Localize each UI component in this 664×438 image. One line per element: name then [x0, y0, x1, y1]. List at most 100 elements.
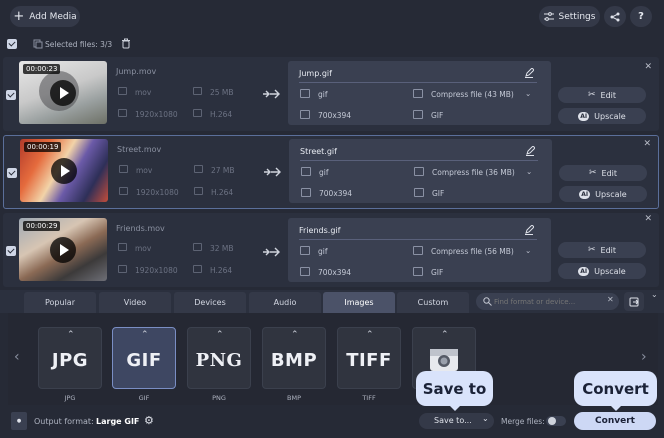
chevron-up-icon[interactable]: ⌃ — [141, 330, 149, 340]
tab-audio[interactable]: Audio — [249, 292, 321, 313]
edit-button[interactable]: ✂ Edit — [558, 87, 646, 103]
file-checkbox[interactable] — [6, 246, 16, 256]
select-all-checkbox[interactable] — [7, 39, 17, 49]
share-button[interactable] — [604, 6, 626, 27]
convert-button[interactable]: Convert — [574, 412, 656, 430]
output-format-label: Output format: — [34, 417, 94, 426]
compress-dropdown[interactable]: Compress file (36 MB) — [432, 168, 515, 177]
output-codec: GIF — [432, 189, 445, 198]
upscale-label: Upscale — [594, 266, 626, 276]
chevron-down-icon[interactable]: ⌄ — [526, 167, 532, 176]
export-settings-button[interactable] — [624, 292, 644, 311]
upscale-button[interactable]: AI Upscale — [559, 186, 647, 202]
output-format-value: Large GIF — [96, 417, 140, 426]
chevron-up-icon[interactable]: ⌃ — [366, 330, 374, 340]
chevron-up-icon[interactable]: ⌃ — [216, 330, 224, 340]
close-icon[interactable]: ✕ — [644, 62, 652, 72]
edit-button[interactable]: ✂ Edit — [559, 165, 647, 181]
play-icon[interactable] — [50, 80, 76, 106]
chevron-down-icon[interactable]: ⌄ — [482, 414, 489, 423]
chevron-left-icon[interactable]: ‹ — [14, 349, 20, 365]
help-button[interactable]: ? — [630, 6, 652, 27]
play-icon[interactable] — [50, 237, 76, 263]
tab-devices[interactable]: Devices — [174, 292, 246, 313]
format-logo: PNG — [195, 350, 243, 371]
export-icon — [629, 297, 639, 306]
ai-icon: AI — [578, 266, 590, 276]
file-row-3: 00:00:29 Friends.mov mov 32 MB 1920x1080… — [3, 213, 659, 287]
chevron-down-icon[interactable]: ⌄ — [525, 246, 531, 255]
pencil-icon[interactable] — [525, 146, 535, 156]
format-tile-png[interactable]: ⌃ PNG — [187, 327, 251, 389]
file-checkbox[interactable] — [7, 168, 17, 178]
add-media-button[interactable]: + Add Media — [10, 6, 80, 27]
format-icon — [301, 167, 311, 176]
resolution-icon — [119, 187, 128, 195]
codec-icon — [413, 267, 423, 276]
tab-popular[interactable]: Popular — [24, 292, 96, 313]
upscale-label: Upscale — [594, 111, 626, 121]
format-logo: BMP — [270, 350, 318, 371]
question-icon: ? — [638, 11, 644, 22]
pencil-icon[interactable] — [524, 225, 534, 235]
source-ext: mov — [136, 166, 153, 175]
upscale-button[interactable]: AI Upscale — [558, 108, 646, 124]
tab-video[interactable]: Video — [99, 292, 171, 313]
output-filename[interactable]: Jump.gif — [299, 69, 332, 78]
files-icon — [33, 39, 43, 49]
save-to-tooltip-text: Save to — [422, 379, 487, 398]
source-resolution: 1920x1080 — [135, 266, 178, 275]
format-tile-gif[interactable]: ⌃ GIF — [112, 327, 176, 389]
chevron-up-icon[interactable]: ⌃ — [67, 330, 75, 340]
upscale-label: Upscale — [595, 189, 627, 199]
size-icon — [193, 87, 202, 95]
format-logo: GIF — [126, 350, 162, 371]
video-thumbnail[interactable]: 00:00:23 — [19, 61, 107, 124]
chevron-up-icon[interactable]: ⌃ — [291, 330, 299, 340]
format-tile-tiff[interactable]: ⌃ TIFF — [337, 327, 401, 389]
duration-badge: 00:00:23 — [23, 64, 61, 74]
gear-icon[interactable]: ⚙ — [144, 414, 154, 427]
format-tile-bmp[interactable]: ⌃ BMP — [262, 327, 326, 389]
chevron-right-icon[interactable]: › — [641, 349, 647, 365]
format-tile-jpg[interactable]: ⌃ JPG — [38, 327, 102, 389]
chevron-down-icon[interactable]: ⌄ — [525, 89, 531, 98]
clear-search-icon[interactable]: ✕ — [607, 295, 614, 304]
compress-dropdown[interactable]: Compress file (56 MB) — [431, 247, 514, 256]
collapse-icon[interactable]: ⌄ — [651, 290, 658, 299]
file-checkbox[interactable] — [6, 90, 16, 100]
search-input[interactable] — [494, 295, 604, 308]
save-to-label: Save to... — [434, 416, 472, 425]
scissors-icon: ✂ — [587, 90, 596, 100]
merge-files-toggle[interactable] — [546, 416, 566, 426]
settings-button[interactable]: Settings — [539, 6, 600, 27]
tab-custom[interactable]: Custom — [397, 292, 469, 313]
output-filename[interactable]: Friends.gif — [299, 226, 340, 235]
source-resolution: 1920x1080 — [136, 188, 179, 197]
codec-icon — [193, 265, 202, 273]
convert-arrow-icon — [263, 247, 280, 257]
chevron-up-icon[interactable]: ⌃ — [441, 330, 449, 340]
output-ext: gif — [318, 90, 328, 99]
edit-button[interactable]: ✂ Edit — [558, 242, 646, 258]
convert-tooltip-text: Convert — [582, 379, 649, 398]
file-row-2: 00:00:19 Street.mov mov 27 MB 1920x1080 … — [3, 135, 659, 209]
close-icon[interactable]: ✕ — [643, 139, 651, 149]
size-icon — [194, 165, 203, 173]
video-thumbnail[interactable]: 00:00:19 — [20, 139, 108, 202]
play-icon[interactable] — [51, 158, 77, 184]
search-field[interactable]: ✕ — [476, 293, 619, 310]
format-icon — [118, 243, 127, 251]
convert-tooltip: Convert — [574, 371, 657, 406]
tab-images[interactable]: Images — [323, 292, 395, 313]
format-label: PNG — [212, 394, 226, 402]
upscale-button[interactable]: AI Upscale — [558, 263, 646, 279]
merge-files-label: Merge files: — [501, 417, 545, 426]
pencil-icon[interactable] — [524, 68, 534, 78]
video-thumbnail[interactable]: 00:00:29 — [19, 218, 107, 281]
save-to-button[interactable]: Save to... ⌄ — [419, 413, 494, 429]
close-icon[interactable]: ✕ — [644, 214, 652, 224]
trash-icon[interactable] — [121, 38, 131, 51]
output-filename[interactable]: Street.gif — [300, 147, 337, 156]
compress-dropdown[interactable]: Compress file (43 MB) — [431, 90, 514, 99]
